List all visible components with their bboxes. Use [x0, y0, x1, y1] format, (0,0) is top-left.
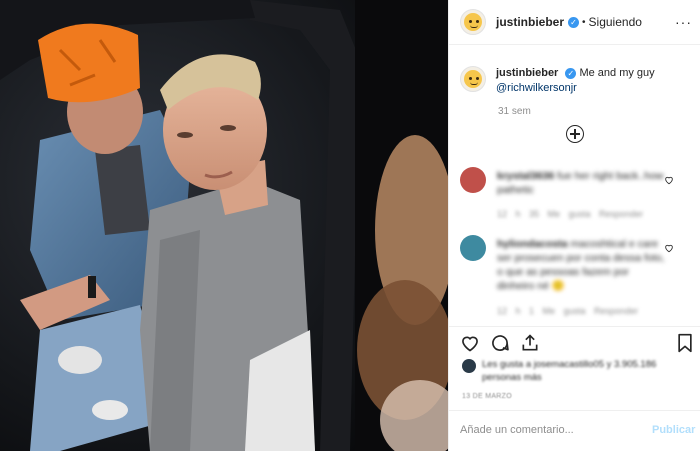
load-more-comments-icon[interactable] — [566, 125, 584, 143]
comment-username[interactable]: krystal3636 — [497, 170, 554, 182]
divider — [448, 326, 700, 327]
more-options-icon[interactable]: ··· — [675, 14, 692, 30]
comment-meta[interactable]: 12 h 1 Me gusta Responder — [497, 306, 638, 316]
post-photo[interactable] — [0, 0, 448, 451]
author-username[interactable]: justinbieber — [496, 15, 564, 29]
post-header: justinbieber ✓ • Siguiendo ··· — [460, 9, 692, 35]
comment-username[interactable]: hyliondacosta — [497, 238, 568, 250]
caption-author-avatar[interactable] — [460, 66, 486, 92]
caption-mention-link[interactable]: @richwilkersonjr — [496, 82, 577, 94]
caption-age: 31 sem — [498, 106, 531, 117]
save-bookmark-icon[interactable] — [676, 333, 694, 353]
verified-badge-icon: ✓ — [568, 16, 580, 28]
comment-item: krystal3636 fue her right back..how path… — [460, 167, 692, 227]
author-avatar[interactable] — [460, 9, 486, 35]
divider — [448, 44, 700, 45]
action-bar — [460, 333, 695, 355]
caption-username[interactable]: justinbieber — [496, 67, 558, 79]
comment-like-heart-icon[interactable] — [664, 243, 674, 253]
share-upload-icon[interactable] — [520, 333, 540, 353]
comment-emoji: 🙂 — [551, 280, 565, 292]
post-date: 13 DE MARZO — [462, 393, 512, 400]
caption-text: Me and my guy — [579, 67, 655, 79]
comment-body: hyliondacosta macoshtical e care ser pro… — [497, 237, 667, 293]
comment-like-heart-icon[interactable] — [664, 175, 674, 185]
publish-button[interactable]: Publicar — [652, 424, 695, 436]
likes-summary[interactable]: Les gusta a josemacastillo05 y 3.905.186… — [462, 358, 687, 384]
post-photo-image — [0, 0, 448, 451]
caption: justinbieber ✓ Me and my guy @richwilker… — [460, 66, 692, 96]
separator-dot: • — [582, 16, 586, 28]
comment-item: hyliondacosta macoshtical e care ser pro… — [460, 235, 692, 325]
commenter-avatar[interactable] — [460, 235, 486, 261]
caption-verified-icon: ✓ — [565, 68, 577, 79]
add-comment-input[interactable]: Añade un comentario... — [460, 424, 574, 436]
divider — [448, 410, 700, 411]
likes-text: Les gusta a josemacastillo05 y 3.905.186… — [482, 359, 657, 383]
liker-avatar — [462, 359, 476, 373]
following-button[interactable]: Siguiendo — [589, 15, 642, 29]
caption-text-block: justinbieber ✓ Me and my guy @richwilker… — [496, 66, 655, 96]
comment-meta[interactable]: 12 h 35 Me gusta Responder — [497, 209, 643, 219]
comment-bubble-icon[interactable] — [490, 333, 510, 353]
comment-body: krystal3636 fue her right back..how path… — [497, 169, 667, 197]
like-heart-icon[interactable] — [460, 333, 480, 353]
commenter-avatar[interactable] — [460, 167, 486, 193]
